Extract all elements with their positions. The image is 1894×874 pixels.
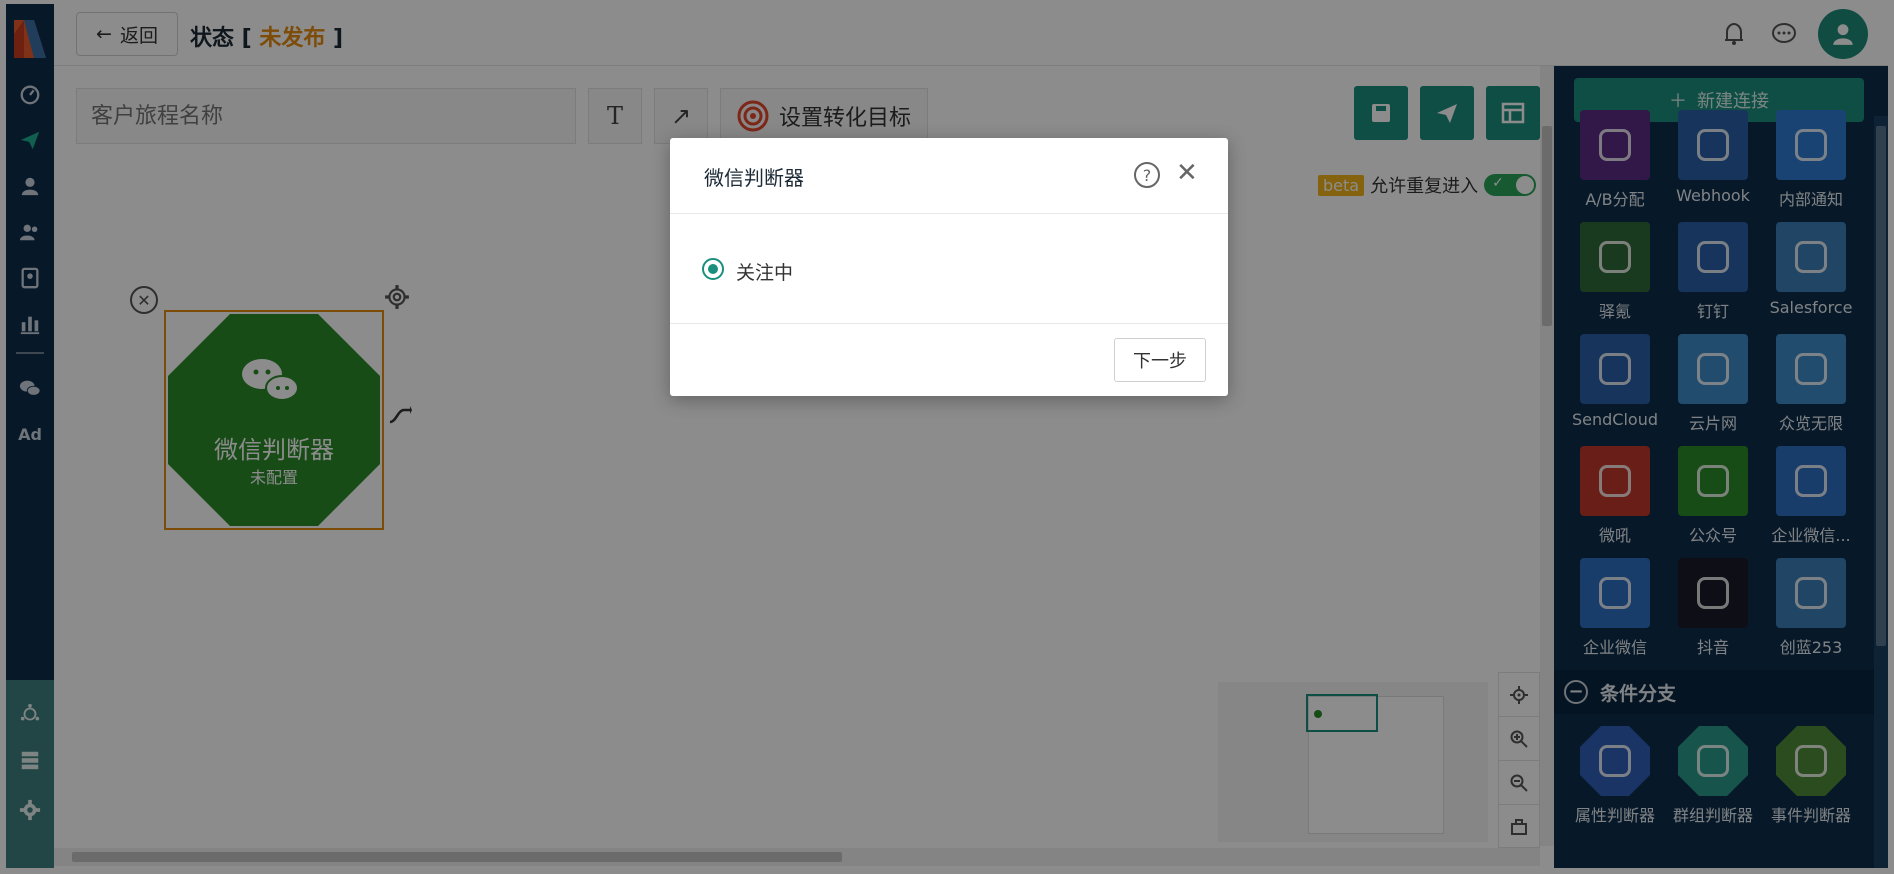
app-window: Ad ← 返回 状态 [ 未发布 ] 客户旅程名称 T ↗ 设置转化目标 bet… bbox=[0, 0, 1894, 874]
dialog-body: 关注中 bbox=[670, 214, 1228, 324]
wechat-judge-dialog: 微信判断器 ? ✕ 关注中 下一步 bbox=[670, 138, 1228, 396]
close-icon[interactable]: ✕ bbox=[1176, 158, 1198, 188]
help-icon[interactable]: ? bbox=[1134, 162, 1160, 188]
dialog-header: 微信判断器 ? ✕ bbox=[670, 138, 1228, 214]
dialog-footer: 下一步 bbox=[670, 324, 1228, 396]
modal-backdrop[interactable] bbox=[0, 0, 1894, 874]
next-step-button[interactable]: 下一步 bbox=[1114, 338, 1206, 382]
following-radio-label[interactable]: 关注中 bbox=[736, 258, 793, 285]
following-radio[interactable] bbox=[702, 258, 724, 280]
dialog-title: 微信判断器 bbox=[704, 166, 804, 190]
